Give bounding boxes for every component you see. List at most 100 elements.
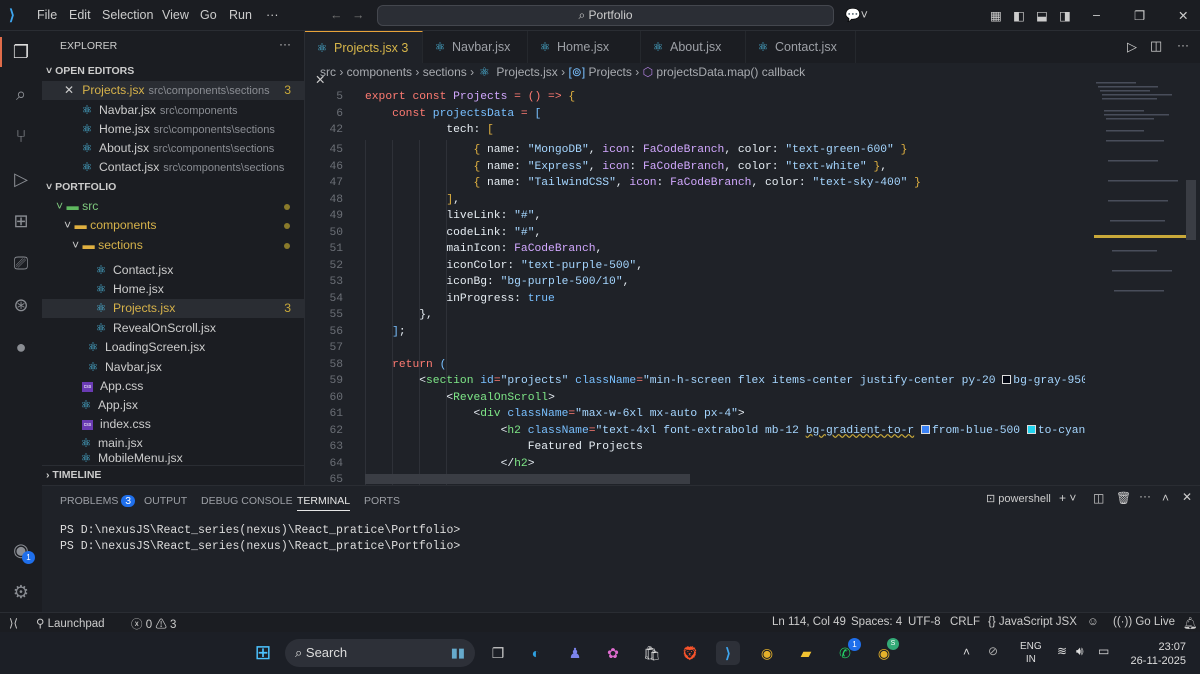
code-line[interactable]: 48 ], (305, 192, 1085, 209)
crumb-file[interactable]: Projects.jsx (496, 65, 557, 79)
code-editor[interactable]: 5 export const Projects = () => {6 const … (305, 80, 1085, 485)
tree-file[interactable]: ⚛ Contact.jsx (42, 261, 305, 280)
minimize-icon[interactable]: – (1093, 8, 1100, 22)
menu-edit[interactable]: Edit (69, 8, 91, 22)
indentation[interactable]: Spaces: 4 (851, 616, 902, 628)
code-line[interactable]: 53 iconBg: "bg-purple-500/10", (305, 274, 1085, 291)
menu-more[interactable]: ··· (266, 8, 279, 22)
more-actions-icon[interactable]: ··· (1139, 489, 1151, 503)
github-icon[interactable]: ● (9, 335, 33, 359)
close-panel-icon[interactable]: ✕ (1182, 490, 1192, 504)
open-editor-item[interactable]: ⚛ About.jsx src\components\sections (42, 139, 305, 158)
meet-now-icon[interactable]: ⊘ (988, 644, 998, 658)
code-line[interactable]: 58 return ( (305, 357, 1085, 374)
language-indicator[interactable]: ENG IN (1020, 640, 1042, 666)
menu-go[interactable]: Go (200, 8, 217, 22)
teams-icon[interactable]: ♟ (563, 641, 587, 665)
code-line[interactable]: 46 { name: "Express", icon: FaCodeBranch… (305, 159, 1085, 176)
panel-tab-ports[interactable]: PORTS (364, 495, 400, 507)
search-icon[interactable]: ⌕ (9, 82, 33, 106)
open-editor-item[interactable]: ✕ Projects.jsx src\components\sections 3 (42, 81, 305, 100)
encoding[interactable]: UTF-8 (908, 616, 941, 628)
panel-tab-problems[interactable]: PROBLEMS 3 (60, 495, 136, 507)
remote-explorer-icon[interactable]: ⎚ (9, 251, 33, 275)
folder-sections[interactable]: ˅ ▬ sections (42, 236, 305, 255)
code-line[interactable]: 5 export const Projects = () => { (305, 89, 1085, 106)
new-terminal-icon[interactable]: + ˅ (1059, 491, 1076, 505)
toggle-secondary-sidebar-icon[interactable]: ◨ (1059, 8, 1071, 23)
windows-start-icon[interactable]: ⊞ (251, 641, 275, 665)
panel-tab-terminal[interactable]: TERMINAL (297, 495, 351, 511)
task-view-icon[interactable]: ❐ (486, 641, 510, 665)
tree-file[interactable]: css App.css (42, 377, 305, 396)
crumb-sections[interactable]: sections (423, 65, 467, 79)
wifi-icon[interactable]: ≋ (1057, 644, 1067, 658)
minimap[interactable] (1090, 80, 1200, 485)
run-debug-icon[interactable]: ▷ (9, 167, 33, 191)
code-line[interactable]: 64 </h2> (305, 456, 1085, 473)
layout-customize-icon[interactable]: ▦ (990, 8, 1002, 23)
cursor-position[interactable]: Ln 114, Col 49 (772, 616, 846, 628)
forward-arrow-icon[interactable]: → (352, 8, 365, 22)
code-line[interactable]: 45 { name: "MongoDB", icon: FaCodeBranch… (305, 142, 1085, 159)
crumb-callback[interactable]: projectsData.map() callback (656, 65, 805, 79)
code-line[interactable]: 47 { name: "TailwindCSS", icon: FaCodeBr… (305, 175, 1085, 192)
toggle-panel-icon[interactable]: ⬓ (1036, 8, 1048, 23)
brave-icon[interactable]: 🦁︎ (678, 641, 702, 665)
vscode-taskbar-icon[interactable]: ⟩ (716, 641, 740, 665)
open-editors-header[interactable]: ˅ OPEN EDITORS (42, 62, 305, 81)
explorer-icon[interactable]: ❐ (9, 40, 33, 64)
file-explorer-icon[interactable]: ▰ (794, 641, 818, 665)
code-line[interactable]: 57 (305, 340, 1085, 357)
command-center-search[interactable]: ⌕ Portfolio (377, 5, 834, 26)
tab-navbar[interactable]: ⚛ Navbar.jsx (423, 31, 528, 63)
timeline-header[interactable]: › TIMELINE (42, 465, 305, 484)
tab-projects[interactable]: ⚛ Projects.jsx 3 ✕ (305, 31, 423, 87)
copilot-icon[interactable]: 💬˅ (845, 8, 868, 23)
crumb-components[interactable]: components (347, 65, 412, 79)
run-icon[interactable]: ▷ (1127, 39, 1137, 55)
menu-selection[interactable]: Selection (102, 8, 153, 22)
code-line[interactable]: 61 <div className="max-w-6xl mx-auto px-… (305, 406, 1085, 423)
close-icon[interactable]: ✕ (64, 83, 74, 97)
back-arrow-icon[interactable]: ← (330, 8, 343, 22)
terminal-line[interactable]: PS D:\nexusJS\React_series(nexus)\React_… (60, 540, 460, 553)
more-actions-icon[interactable]: ··· (1177, 38, 1189, 52)
chrome-icon[interactable]: ◉ (755, 641, 779, 665)
tree-file[interactable]: ⚛ Navbar.jsx (42, 358, 305, 377)
notifications-bell-icon[interactable]: 🔔︎ (1183, 616, 1198, 630)
code-line[interactable]: 59 <section id="projects" className="min… (305, 373, 1085, 390)
copilot-status-icon[interactable]: ☺ (1087, 616, 1099, 628)
menu-run[interactable]: Run (229, 8, 252, 22)
go-live-button[interactable]: ((·)) Go Live (1113, 616, 1175, 628)
settings-gear-icon[interactable]: ⚙ (9, 580, 33, 604)
open-editor-item[interactable]: ⚛ Navbar.jsx src\components (42, 101, 305, 120)
open-editor-item[interactable]: ⚛ Home.jsx src\components\sections (42, 120, 305, 139)
volume-icon[interactable]: 🔊︎ (1076, 644, 1084, 659)
panel-tab-output[interactable]: OUTPUT (144, 495, 187, 507)
menu-file[interactable]: File (37, 8, 57, 22)
language-mode[interactable]: {} JavaScript JSX (988, 616, 1077, 628)
code-line[interactable]: 50 codeLink: "#", (305, 225, 1085, 242)
folder-src[interactable]: ˅ ▬ src (42, 197, 305, 216)
tree-file[interactable]: ⚛ Home.jsx (42, 280, 305, 299)
battery-icon[interactable]: ▭ (1098, 644, 1109, 658)
copilot-app-icon[interactable]: ✿ (601, 641, 625, 665)
code-line[interactable]: 54 inProgress: true (305, 291, 1085, 308)
more-actions-icon[interactable]: ··· (279, 37, 291, 51)
maximize-panel-icon[interactable]: ˄ (1162, 491, 1169, 505)
folder-components[interactable]: ˅ ▬ components (42, 216, 305, 235)
show-hidden-icons[interactable]: ˄ (963, 645, 970, 659)
tree-file-selected[interactable]: ⚛ Projects.jsx 3 (42, 299, 305, 318)
portfolio-header[interactable]: ˅ PORTFOLIO (42, 178, 305, 197)
kill-terminal-icon[interactable]: 🗑 (1116, 491, 1131, 505)
crumb-symbol[interactable]: Projects (589, 65, 632, 79)
tab-about[interactable]: ⚛ About.jsx (641, 31, 746, 63)
tree-file[interactable]: ⚛ RevealOnScroll.jsx (42, 319, 305, 338)
line-endings[interactable]: CRLF (950, 616, 980, 628)
close-window-icon[interactable]: ✕ (1178, 8, 1188, 23)
store-icon[interactable]: 🛍︎ (640, 641, 664, 665)
taskbar-search[interactable]: ⌕ Search ▮▮ (285, 639, 475, 667)
problems-status[interactable]: ⓧ 0 ⚠ 3 (131, 616, 176, 632)
remote-icon[interactable]: ⟩⟨ (9, 616, 18, 630)
